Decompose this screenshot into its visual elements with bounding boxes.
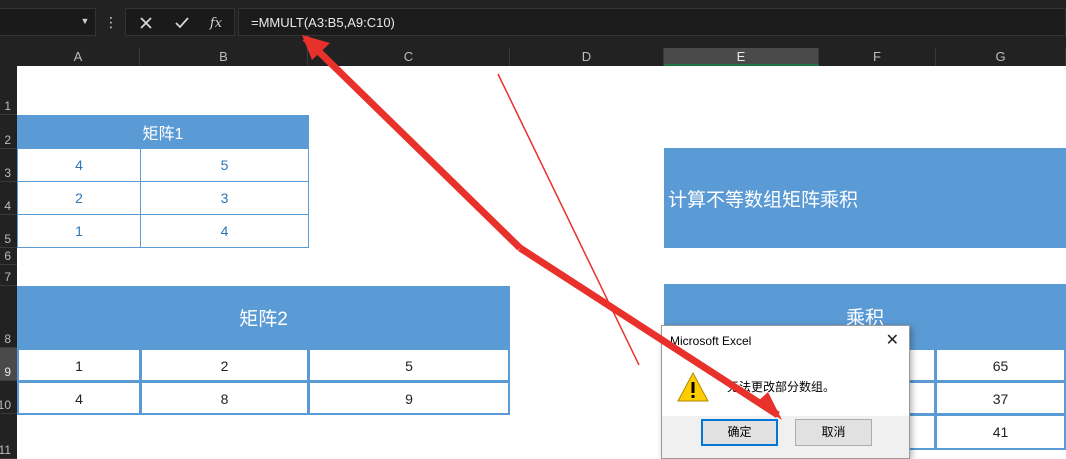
row-label: 9 [4,365,11,379]
row-label: 5 [4,232,11,246]
formula-actions: fx [125,8,235,36]
dialog-title: Microsoft Excel [670,334,752,348]
matrix1-cell[interactable]: 2 [17,181,141,215]
matrix1-cell[interactable]: 4 [17,148,141,182]
row-header-3[interactable]: 3 [0,149,17,182]
check-icon[interactable] [166,9,198,37]
matrix2-cell[interactable]: 9 [308,381,510,415]
column-header-b[interactable]: B [140,48,308,66]
matrix2-cell[interactable]: 1 [17,348,141,382]
row-header-9[interactable]: 9 [0,348,17,381]
matrix2-cell[interactable]: 2 [140,348,309,382]
row-label: 2 [4,133,11,147]
chevron-down-icon[interactable]: ▼ [80,16,90,26]
row-header-1[interactable]: 1 [0,66,17,115]
dialog-message: 无法更改部分数组。 [727,380,836,394]
matrix1-cell[interactable]: 5 [140,148,309,182]
row-label: 11 [0,443,11,457]
matrix1-cell[interactable]: 3 [140,181,309,215]
dialog-titlebar[interactable]: Microsoft Excel ✕ [662,326,909,356]
column-header-g[interactable]: G [936,48,1066,66]
column-header-e[interactable]: E [664,48,819,66]
fx-icon[interactable]: fx [200,9,232,37]
row-label: 7 [4,270,11,284]
calc-description-cell[interactable]: 计算不等数组矩阵乘积 [664,148,1066,248]
row-header-7[interactable]: 7 [0,265,17,286]
row-label: 8 [4,332,11,346]
x-icon[interactable] [130,9,162,37]
matrix1-cell[interactable]: 4 [140,214,309,248]
thin-arrow-line [497,73,640,366]
dialog-body: 无法更改部分数组。 [662,356,909,416]
close-icon[interactable]: ✕ [886,332,899,350]
row-headers: 1 2 3 4 5 6 7 8 9 10 11 [0,66,17,459]
error-dialog: Microsoft Excel ✕ 无法更改部分数组。 确定 取消 [661,325,910,459]
column-header-f[interactable]: F [819,48,936,66]
product-cell[interactable]: 65 [935,348,1066,382]
matrix2-cell[interactable]: 4 [17,381,141,415]
row-label: 1 [4,99,11,113]
matrix1-cell[interactable]: 1 [17,214,141,248]
column-headers: A B C D E F G [0,48,1066,66]
product-cell[interactable]: 41 [935,414,1066,450]
row-header-4[interactable]: 4 [0,182,17,215]
matrix2-cell[interactable]: 8 [140,381,309,415]
thick-arrow-line [302,35,523,251]
warning-icon [677,371,709,402]
formula-text: =MMULT(A3:B5,A9:C10) [251,15,395,30]
ok-button[interactable]: 确定 [701,419,778,446]
row-label: 10 [0,398,11,412]
row-label: 3 [4,166,11,180]
column-header-d[interactable]: D [510,48,664,66]
row-label: 4 [4,199,11,213]
row-label: 6 [4,249,11,263]
row-header-10[interactable]: 10 [0,381,17,414]
formula-input[interactable]: =MMULT(A3:B5,A9:C10) [238,8,1066,36]
cancel-button[interactable]: 取消 [795,419,872,446]
matrix2-title[interactable]: 矩阵2 [17,286,510,349]
matrix2-cell[interactable]: 5 [308,348,510,382]
row-header-8[interactable]: 8 [0,286,17,348]
column-header-a[interactable]: A [17,48,140,66]
row-header-11[interactable]: 11 [0,414,17,459]
row-header-2[interactable]: 2 [0,115,17,149]
row-header-6[interactable]: 6 [0,248,17,265]
product-cell[interactable]: 37 [935,381,1066,415]
row-header-5[interactable]: 5 [0,215,17,248]
more-options-icon[interactable]: ⋮ [104,12,118,32]
matrix1-title[interactable]: 矩阵1 [17,115,309,149]
column-header-c[interactable]: C [308,48,510,66]
